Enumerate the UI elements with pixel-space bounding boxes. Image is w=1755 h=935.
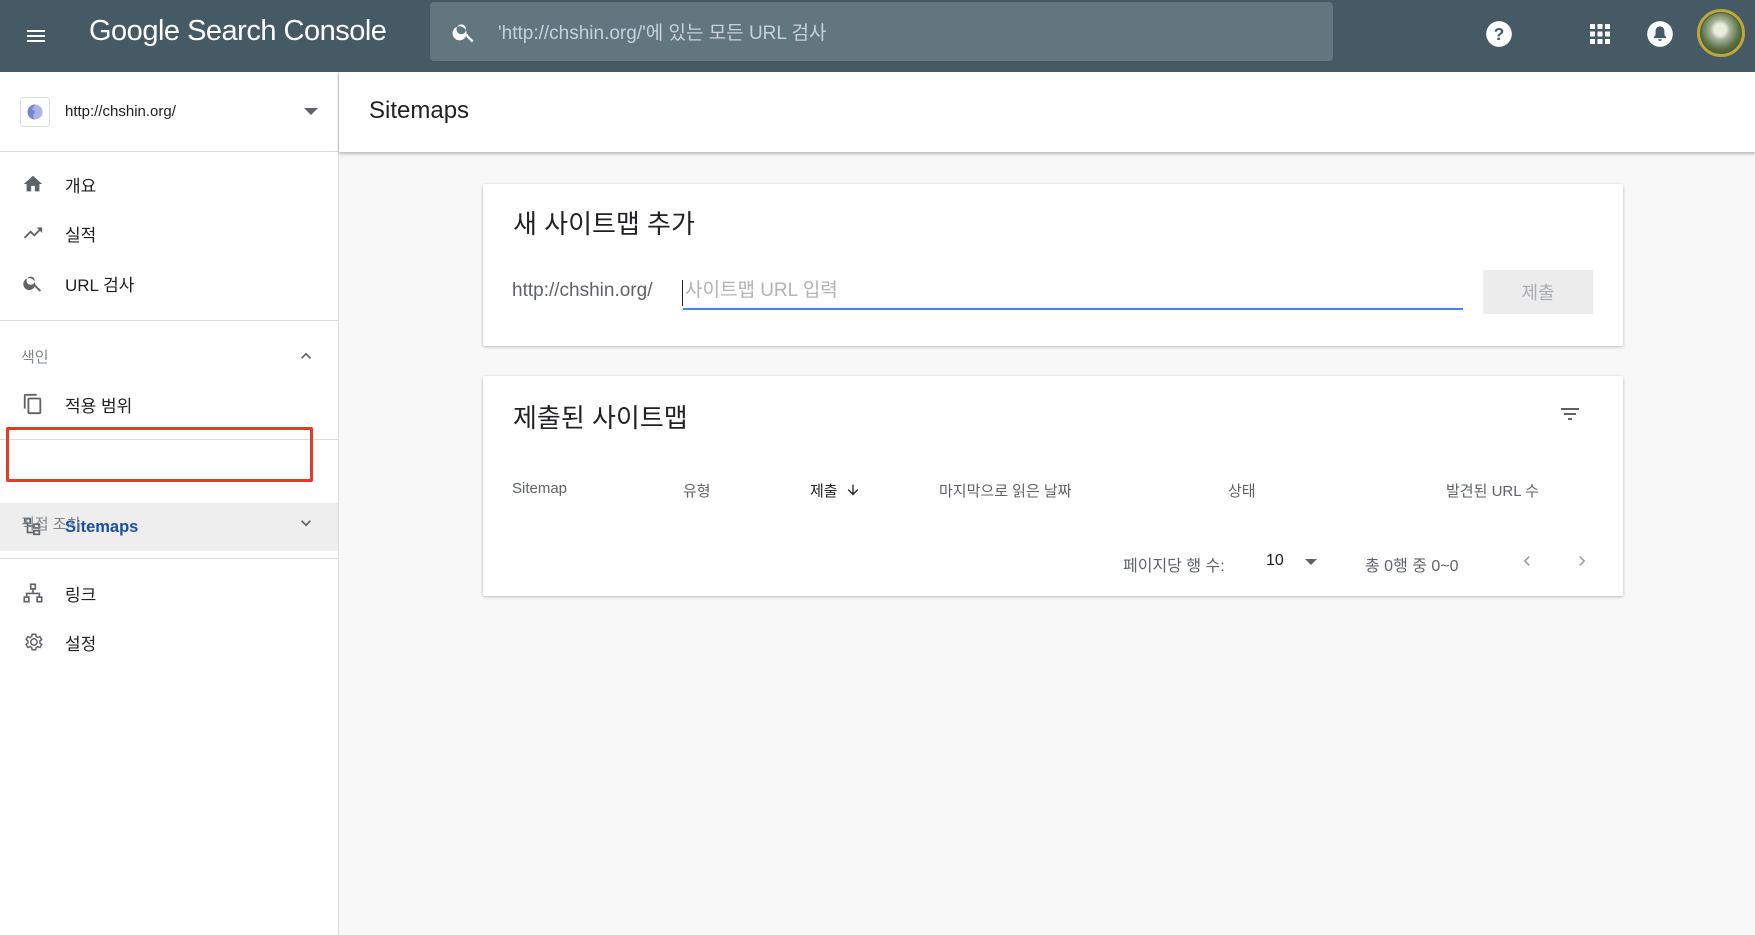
chevron-down-icon: [301, 520, 311, 527]
property-selector[interactable]: http://chshin.org/: [0, 72, 338, 152]
sidebar-item-url-inspection[interactable]: URL 검사: [0, 259, 338, 307]
copy-icon: [20, 391, 46, 417]
section-label: 직접 조치: [21, 515, 81, 533]
pagination-range: 총 0행 중 0~0: [1365, 558, 1459, 575]
rows-per-page-label: 페이지당 행 수:: [1123, 558, 1225, 575]
menu-icon[interactable]: [20, 20, 52, 52]
sidebar-item-label: 링크: [65, 585, 97, 605]
property-url: http://chshin.org/: [65, 103, 176, 120]
column-header-type[interactable]: 유형: [683, 480, 711, 501]
page-header: Sitemaps: [339, 72, 1755, 152]
chevron-left-icon[interactable]: [1512, 546, 1542, 576]
sidebar-item-label: URL 검사: [65, 275, 135, 295]
column-header-label: 제출: [810, 483, 838, 500]
section-manual-actions-toggle[interactable]: 직접 조치: [0, 499, 338, 547]
apps-icon[interactable]: [1582, 16, 1618, 52]
add-sitemap-card: 새 사이트맵 추가 http://chshin.org/ 제출: [483, 184, 1623, 346]
avatar[interactable]: [1697, 9, 1745, 57]
column-header-discovered-urls[interactable]: 발견된 URL 수: [1446, 480, 1539, 501]
add-sitemap-title: 새 사이트맵 추가: [513, 209, 695, 239]
globe-icon: [20, 96, 50, 127]
section-index-toggle[interactable]: 색인: [0, 332, 338, 380]
notifications-icon[interactable]: [1642, 16, 1678, 52]
divider: [0, 558, 338, 559]
top-app-bar: Google Search Console 'http://chshin.org…: [0, 0, 1755, 72]
sidebar-item-links[interactable]: 링크: [0, 569, 338, 617]
column-header-submitted[interactable]: 제출: [810, 480, 861, 501]
chevron-down-icon[interactable]: [1305, 559, 1317, 565]
sidebar-item-label: 설정: [65, 634, 97, 654]
divider: [0, 439, 338, 440]
sidebar-item-settings[interactable]: 설정: [0, 618, 338, 666]
sidebar-item-label: 실적: [65, 225, 97, 245]
sidebar-item-label: 개요: [65, 176, 97, 196]
sitemap-url-input[interactable]: [683, 274, 1463, 310]
chevron-up-icon: [301, 352, 311, 359]
trending-up-icon: [20, 220, 46, 246]
search-icon: [20, 270, 46, 296]
filter-icon[interactable]: [1550, 394, 1590, 434]
column-header-sitemap[interactable]: Sitemap: [512, 480, 567, 497]
search-icon: [448, 16, 480, 48]
app-title: Google Search Console: [89, 15, 387, 47]
submitted-sitemaps-title: 제출된 사이트맵: [513, 403, 688, 433]
url-inspection-search[interactable]: 'http://chshin.org/'에 있는 모든 URL 검사: [430, 2, 1333, 61]
search-placeholder: 'http://chshin.org/'에 있는 모든 URL 검사: [498, 23, 827, 44]
home-icon: [20, 171, 46, 197]
submit-button[interactable]: 제출: [1483, 270, 1593, 314]
links-icon: [20, 580, 46, 606]
svg-text:?: ?: [1494, 24, 1505, 44]
divider: [0, 320, 338, 321]
rows-per-page-select[interactable]: 10: [1266, 552, 1284, 570]
help-icon[interactable]: ?: [1481, 16, 1517, 52]
chevron-down-icon: [304, 108, 318, 115]
settings-icon: [20, 629, 46, 655]
sidebar: http://chshin.org/ 개요 실적 URL 검사 색인 적용 범위: [0, 72, 339, 935]
sitemap-url-prefix: http://chshin.org/: [512, 280, 653, 301]
arrow-down-icon: [847, 484, 858, 496]
sidebar-item-coverage[interactable]: 적용 범위: [0, 380, 338, 428]
sidebar-item-label: 적용 범위: [65, 396, 133, 416]
chevron-right-icon[interactable]: [1567, 546, 1597, 576]
column-header-status[interactable]: 상태: [1228, 480, 1256, 501]
section-label: 색인: [21, 348, 49, 366]
column-header-last-read[interactable]: 마지막으로 읽은 날짜: [939, 480, 1072, 501]
page-title: Sitemaps: [369, 97, 470, 124]
sidebar-item-overview[interactable]: 개요: [0, 160, 338, 208]
submitted-sitemaps-card: 제출된 사이트맵 Sitemap 유형 제출 마지막으로 읽은 날짜 상태 발견…: [483, 376, 1623, 596]
sidebar-item-performance[interactable]: 실적: [0, 209, 338, 257]
